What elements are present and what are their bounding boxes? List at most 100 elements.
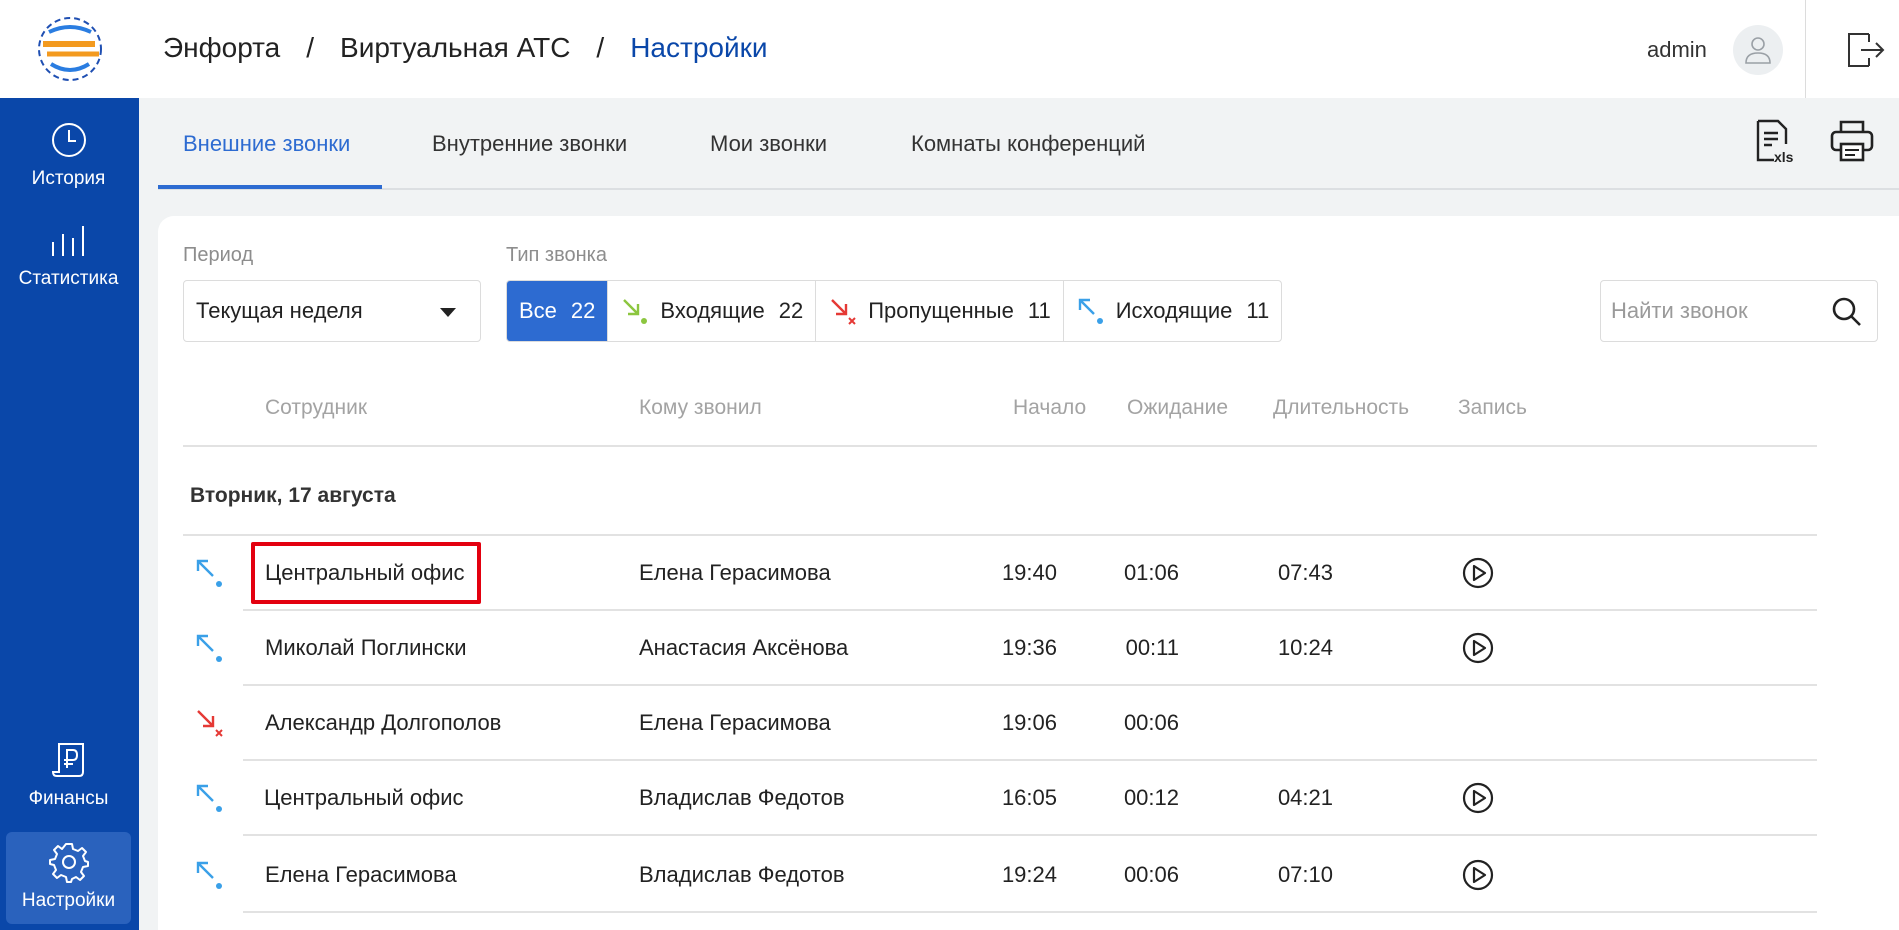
sidebar-item-label: Финансы xyxy=(28,788,109,809)
filter-incoming[interactable]: Входящие 22 xyxy=(608,281,817,341)
column-header-start[interactable]: Начало xyxy=(1013,396,1086,420)
clock-icon xyxy=(47,118,91,162)
tab-my-calls[interactable]: Мои звонки xyxy=(710,98,827,190)
gear-icon xyxy=(47,840,91,884)
header-divider xyxy=(1805,0,1806,98)
logout-button[interactable] xyxy=(1843,28,1887,72)
caret-down-icon xyxy=(440,308,456,317)
play-record-icon[interactable] xyxy=(1461,858,1495,892)
call-start: 19:40 xyxy=(1001,560,1057,585)
call-wait: 00:06 xyxy=(1123,862,1179,887)
filter-count: 22 xyxy=(778,298,804,323)
callee-name: Владислав Федотов xyxy=(639,785,845,810)
ruble-document-icon xyxy=(47,738,91,782)
column-header-duration[interactable]: Длительность xyxy=(1273,396,1409,420)
call-duration: 07:43 xyxy=(1277,560,1333,585)
filter-label: Пропущенные xyxy=(868,298,1014,323)
tab-external-calls[interactable]: Внешние звонки xyxy=(183,98,350,190)
search-icon[interactable] xyxy=(1831,296,1863,328)
tab-internal-calls[interactable]: Внутренние звонки xyxy=(432,98,627,190)
call-wait: 01:06 xyxy=(1123,560,1179,585)
column-header-callee[interactable]: Кому звонил xyxy=(639,396,762,420)
search-input[interactable] xyxy=(1611,295,1821,327)
breadcrumb-separator: / xyxy=(596,32,605,63)
user-icon xyxy=(1745,37,1771,64)
top-header: Энфорта / Виртуальная АТС / Настройки ad… xyxy=(139,0,1899,98)
outgoing-call-icon xyxy=(196,634,222,662)
call-wait: 00:12 xyxy=(1123,785,1179,810)
breadcrumb-separator: / xyxy=(306,32,315,63)
call-start: 19:36 xyxy=(1001,635,1057,660)
breadcrumb-current: Настройки xyxy=(630,32,768,63)
call-search xyxy=(1600,280,1878,342)
filter-label: Все xyxy=(519,298,557,323)
logo-icon xyxy=(37,17,102,81)
sidebar-item-settings[interactable]: Настройки xyxy=(6,832,131,924)
table-row[interactable]: Миколай Поглински Анастасия Аксёнова 19:… xyxy=(183,611,1817,686)
sidebar-item-label: Настройки xyxy=(21,890,116,911)
column-header-record: Запись xyxy=(1458,396,1527,419)
callee-name: Владислав Федотов xyxy=(639,862,845,887)
play-record-icon[interactable] xyxy=(1461,631,1495,665)
employee-name: Центральный офис xyxy=(264,785,464,810)
play-record-icon[interactable] xyxy=(1461,556,1495,590)
logo[interactable] xyxy=(0,0,139,98)
outgoing-call-icon xyxy=(196,559,222,587)
row-divider xyxy=(243,911,1817,913)
filter-outgoing[interactable]: Исходящие 11 xyxy=(1064,281,1282,341)
column-header-employee[interactable]: Сотрудник xyxy=(265,396,367,420)
play-record-icon[interactable] xyxy=(1461,781,1495,815)
user-name[interactable]: admin xyxy=(1647,37,1707,63)
sidebar-item-label: История xyxy=(31,168,106,189)
call-duration: 04:21 xyxy=(1277,785,1333,810)
period-value: Текущая неделя xyxy=(196,298,363,323)
svg-text:xls: xls xyxy=(1774,149,1794,164)
incoming-call-icon xyxy=(623,299,648,324)
call-tabs: Внешние звонки Внутренние звонки Мои зво… xyxy=(158,98,1899,190)
column-header-wait[interactable]: Ожидание xyxy=(1127,396,1228,420)
outgoing-call-icon xyxy=(196,861,222,889)
bar-chart-icon xyxy=(47,218,91,262)
call-start: 16:05 xyxy=(1001,785,1057,810)
xls-export-icon[interactable]: xls xyxy=(1752,118,1798,165)
call-duration: 07:10 xyxy=(1277,862,1333,887)
avatar[interactable] xyxy=(1733,25,1783,75)
active-tab-indicator xyxy=(158,185,382,189)
sidebar-item-history[interactable]: История xyxy=(6,118,131,190)
table-row[interactable]: Центральный офис Владислав Федотов 16:05… xyxy=(183,761,1817,836)
tab-conference-rooms[interactable]: Комнаты конференций xyxy=(911,98,1145,190)
breadcrumb: Энфорта / Виртуальная АТС / Настройки xyxy=(163,32,768,64)
callee-name: Анастасия Аксёнова xyxy=(639,635,849,660)
call-duration: 10:24 xyxy=(1277,635,1333,660)
sidebar-item-label: Статистика xyxy=(18,268,119,289)
filter-missed[interactable]: Пропущенные 11 xyxy=(816,281,1064,341)
filter-all[interactable]: Все 22 xyxy=(507,281,609,341)
sidebar: История Статистика Финансы Настройки xyxy=(0,98,139,930)
breadcrumb-item[interactable]: Энфорта xyxy=(163,32,280,64)
call-wait: 00:06 xyxy=(1123,710,1179,735)
header-divider-line xyxy=(183,445,1817,447)
call-type-label: Тип звонка xyxy=(506,244,607,266)
table-row[interactable]: Александр Долгополов Елена Герасимова 19… xyxy=(183,686,1817,761)
table-row[interactable]: Елена Герасимова Владислав Федотов 19:24… xyxy=(183,838,1817,913)
outgoing-call-icon xyxy=(196,784,222,812)
logout-icon xyxy=(1848,33,1885,67)
highlight-box xyxy=(251,542,481,604)
period-select[interactable]: Текущая неделя xyxy=(183,280,481,342)
call-start: 19:06 xyxy=(1001,710,1057,735)
print-icon[interactable] xyxy=(1829,118,1875,164)
filter-label: Входящие xyxy=(660,298,765,323)
call-start: 19:24 xyxy=(1001,862,1057,887)
call-wait: 00:11 xyxy=(1125,635,1179,660)
breadcrumb-item[interactable]: Виртуальная АТС xyxy=(340,32,570,64)
employee-name: Елена Герасимова xyxy=(265,862,457,887)
day-group-title: Вторник, 17 августа xyxy=(190,484,396,507)
missed-call-icon xyxy=(197,710,223,737)
filter-count: 11 xyxy=(1246,298,1270,323)
callee-name: Елена Герасимова xyxy=(639,560,831,585)
sidebar-item-finance[interactable]: Финансы xyxy=(6,738,131,810)
call-type-filter: Все 22 Входящие 22 Пропущенные 11 Исходя… xyxy=(506,280,1283,342)
callee-name: Елена Герасимова xyxy=(639,710,831,735)
row-divider xyxy=(243,834,1817,836)
sidebar-item-statistics[interactable]: Статистика xyxy=(6,218,131,290)
